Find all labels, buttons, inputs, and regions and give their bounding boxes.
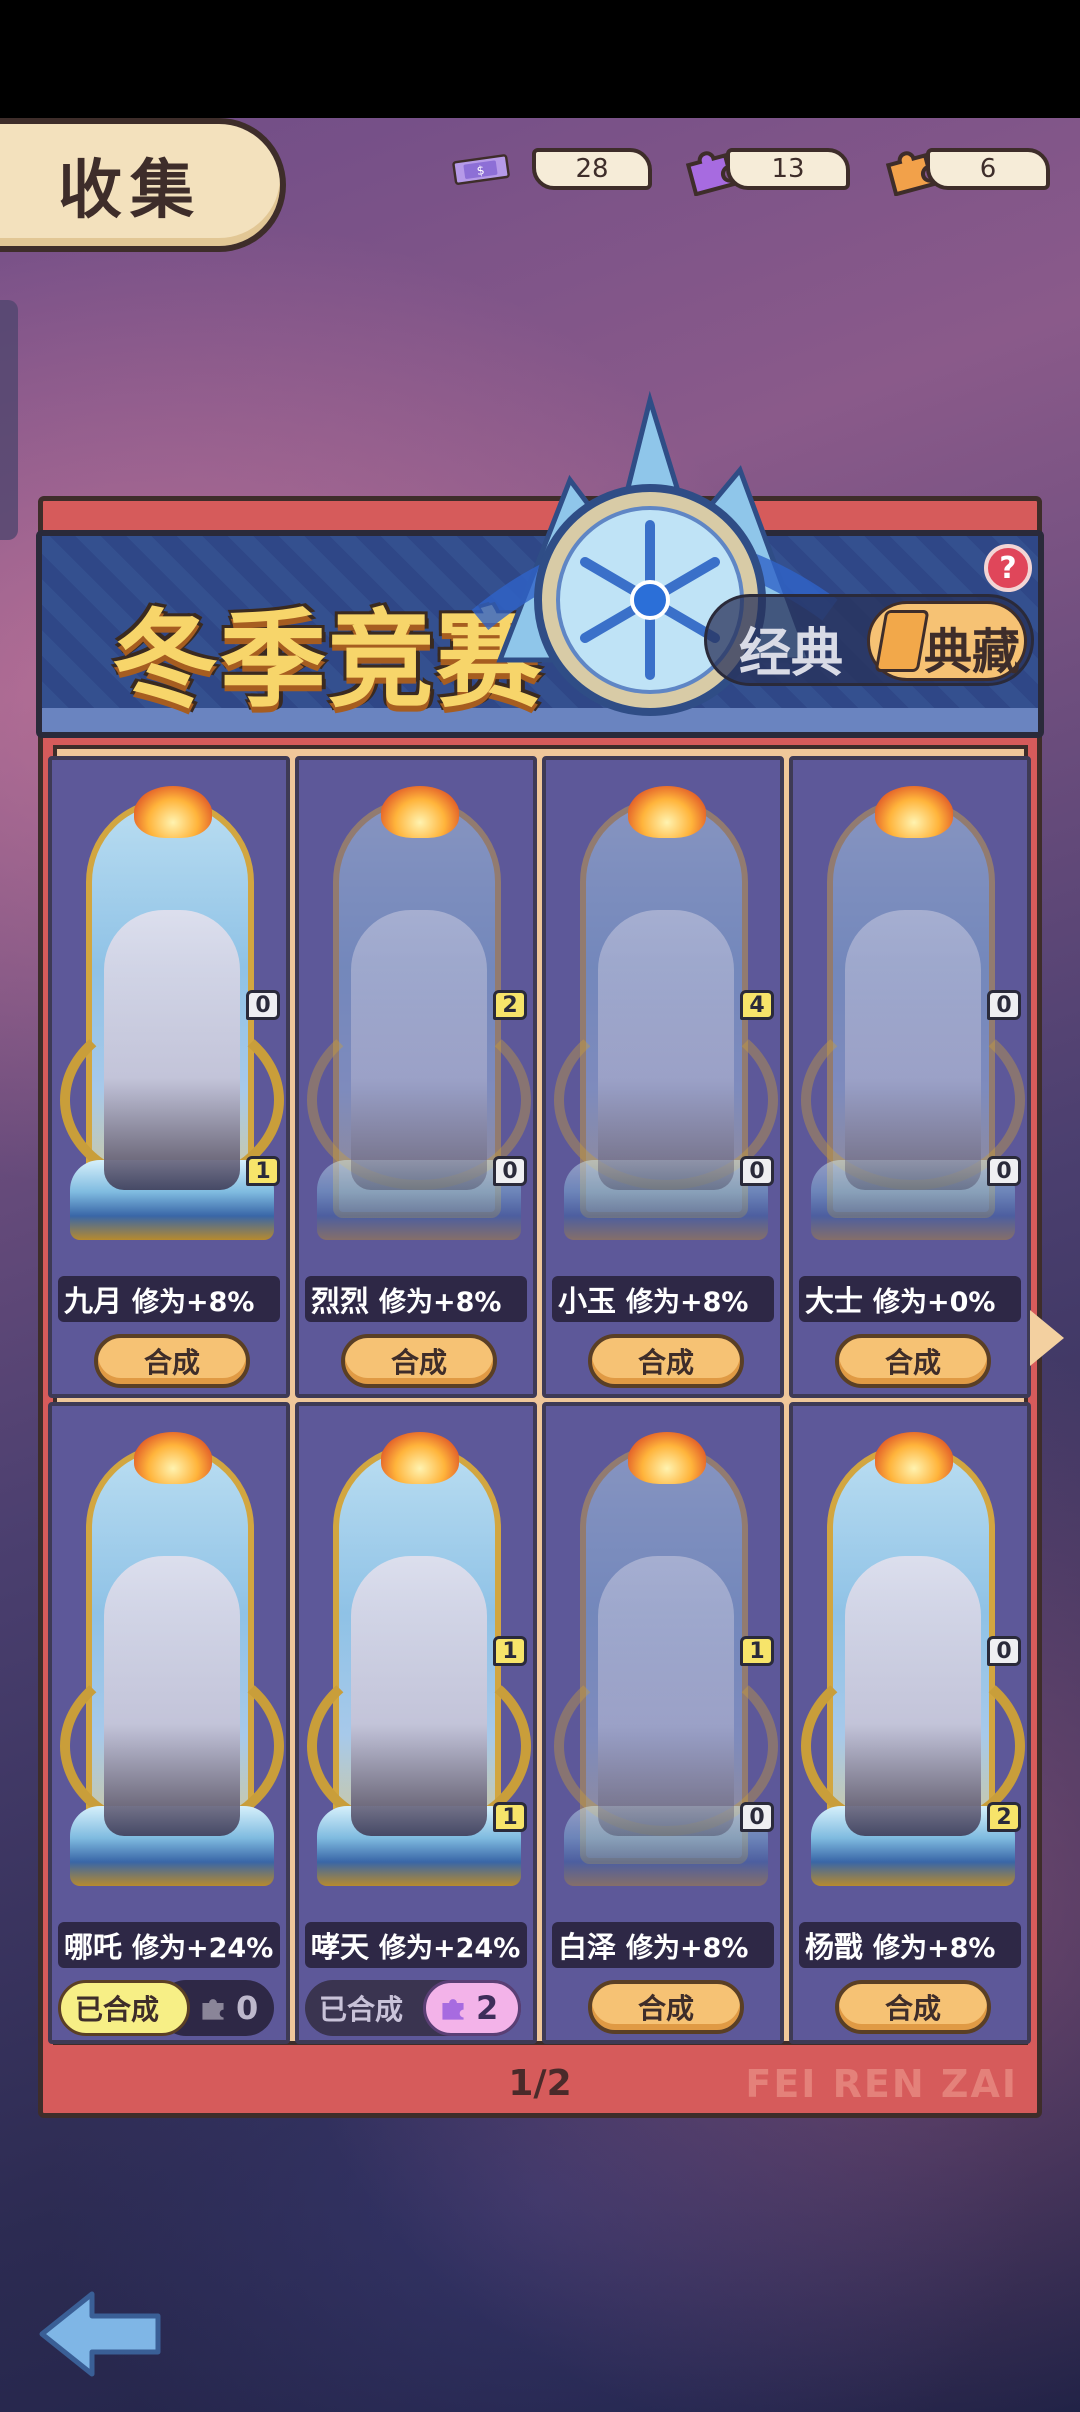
fragment-count-badge: 4 bbox=[740, 990, 774, 1020]
currency-orange-fragments[interactable]: 6 bbox=[880, 148, 1060, 196]
character-namebar: 哪吒 修为+24% bbox=[58, 1922, 280, 1968]
fragment-count-badge: 1 bbox=[493, 1636, 527, 1666]
next-page-arrow-icon[interactable] bbox=[1030, 1310, 1064, 1366]
toggle-classic[interactable]: 经典 bbox=[739, 611, 843, 686]
character-figure bbox=[104, 1556, 240, 1836]
side-drawer-handle[interactable] bbox=[0, 300, 18, 540]
synthesized-status: 已合成 2 bbox=[305, 1980, 531, 2036]
board-footer: 1/2 FEI REN ZAI bbox=[38, 2052, 1042, 2114]
character-bonus: 修为+24% bbox=[379, 1932, 521, 1964]
torch-flame-icon bbox=[134, 1432, 212, 1484]
currency-purple-value: 13 bbox=[726, 148, 850, 190]
synthesized-status: 已合成 0 bbox=[58, 1980, 284, 2036]
back-button[interactable] bbox=[36, 2286, 166, 2382]
torch-flame-icon bbox=[875, 786, 953, 838]
currency-tickets-value: 28 bbox=[532, 148, 652, 190]
status-bar bbox=[0, 0, 1080, 118]
character-figure bbox=[351, 1556, 487, 1836]
character-figure bbox=[598, 910, 734, 1190]
character-bonus: 修为+24% bbox=[132, 1932, 274, 1964]
currency-tickets[interactable]: $ 28 bbox=[452, 148, 662, 192]
synthesize-button[interactable]: 合成 bbox=[341, 1334, 497, 1388]
toggle-collection[interactable]: 典藏 bbox=[867, 601, 1027, 681]
collection-card-icon bbox=[874, 610, 930, 672]
owned-count-badge: 1 bbox=[493, 1802, 527, 1832]
synthesize-button[interactable]: 合成 bbox=[588, 1980, 744, 2034]
ticket-icon: $ bbox=[452, 140, 510, 198]
fragment-count-badge: 2 bbox=[493, 990, 527, 1020]
owned-count-badge: 2 bbox=[987, 1802, 1021, 1832]
character-card[interactable]: 哪吒 修为+24% 已合成 0 bbox=[48, 1402, 290, 2044]
character-figure bbox=[104, 910, 240, 1190]
character-bonus: 修为+8% bbox=[626, 1932, 749, 1964]
torch-flame-icon bbox=[628, 1432, 706, 1484]
watermark: FEI REN ZAI bbox=[745, 2062, 1018, 2106]
character-name: 烈烈 bbox=[311, 1284, 370, 1318]
character-bonus: 修为+0% bbox=[873, 1286, 996, 1318]
character-name: 杨戬 bbox=[805, 1930, 864, 1964]
back-arrow-icon bbox=[39, 2291, 161, 2377]
character-card[interactable]: 1 1 哮天 修为+24% 已合成 2 bbox=[295, 1402, 537, 2044]
torch-flame-icon bbox=[381, 1432, 459, 1484]
page-indicator: 1/2 bbox=[508, 2062, 572, 2104]
character-card[interactable]: 0 2 杨戬 修为+8% 合成 bbox=[789, 1402, 1031, 2044]
character-namebar: 白泽 修为+8% bbox=[552, 1922, 774, 1968]
help-button[interactable]: ? bbox=[984, 544, 1032, 592]
character-namebar: 杨戬 修为+8% bbox=[799, 1922, 1021, 1968]
fragment-counter[interactable]: 2 bbox=[423, 1980, 521, 2036]
character-namebar: 哮天 修为+24% bbox=[305, 1922, 527, 1968]
character-figure bbox=[351, 910, 487, 1190]
page-title-tab: 收集 bbox=[0, 118, 286, 252]
character-name: 白泽 bbox=[558, 1930, 617, 1964]
fragment-count-badge: 0 bbox=[246, 990, 280, 1020]
torch-flame-icon bbox=[875, 1432, 953, 1484]
grey-puzzle-icon bbox=[202, 1999, 224, 2020]
torch-flame-icon bbox=[381, 786, 459, 838]
character-namebar: 九月 修为+8% bbox=[58, 1276, 280, 1322]
owned-count-badge: 0 bbox=[493, 1156, 527, 1186]
character-figure bbox=[845, 910, 981, 1190]
purple-puzzle-icon bbox=[442, 1999, 464, 2020]
synthesized-label: 已合成 bbox=[58, 1980, 190, 2036]
torch-flame-icon bbox=[628, 786, 706, 838]
currency-purple-fragments[interactable]: 13 bbox=[680, 148, 860, 196]
character-bonus: 修为+8% bbox=[379, 1286, 502, 1318]
character-bonus: 修为+8% bbox=[132, 1286, 255, 1318]
torch-flame-icon bbox=[134, 786, 212, 838]
character-namebar: 大士 修为+0% bbox=[799, 1276, 1021, 1322]
owned-count-badge: 0 bbox=[740, 1802, 774, 1832]
character-card[interactable]: 0 0 大士 修为+0% 合成 bbox=[789, 756, 1031, 1398]
character-bonus: 修为+8% bbox=[626, 1286, 749, 1318]
mode-toggle[interactable]: 经典 典藏 bbox=[704, 594, 1034, 686]
character-name: 小玉 bbox=[558, 1284, 617, 1318]
synthesize-button[interactable]: 合成 bbox=[94, 1334, 250, 1388]
character-card[interactable]: 2 0 烈烈 修为+8% 合成 bbox=[295, 756, 537, 1398]
toggle-collection-label: 典藏 bbox=[924, 624, 1021, 680]
character-card[interactable]: 4 0 小玉 修为+8% 合成 bbox=[542, 756, 784, 1398]
synthesize-button[interactable]: 合成 bbox=[588, 1334, 744, 1388]
fragment-count: 2 bbox=[476, 1989, 499, 2027]
character-name: 九月 bbox=[64, 1284, 123, 1318]
character-name: 哪吒 bbox=[64, 1930, 123, 1964]
character-card[interactable]: 1 0 白泽 修为+8% 合成 bbox=[542, 1402, 784, 2044]
synthesize-button[interactable]: 合成 bbox=[835, 1980, 991, 2034]
owned-count-badge: 0 bbox=[987, 1156, 1021, 1186]
character-card[interactable]: 0 1 九月 修为+8% 合成 bbox=[48, 756, 290, 1398]
synthesize-button[interactable]: 合成 bbox=[835, 1334, 991, 1388]
character-figure bbox=[598, 1556, 734, 1836]
character-figure bbox=[845, 1556, 981, 1836]
fragment-count-badge: 1 bbox=[740, 1636, 774, 1666]
character-name: 大士 bbox=[805, 1284, 864, 1318]
owned-count-badge: 0 bbox=[740, 1156, 774, 1186]
fragment-count: 0 bbox=[236, 1989, 259, 2027]
fragment-count-badge: 0 bbox=[987, 990, 1021, 1020]
page-title: 收集 bbox=[58, 154, 202, 228]
currency-orange-value: 6 bbox=[926, 148, 1050, 190]
character-namebar: 烈烈 修为+8% bbox=[305, 1276, 527, 1322]
fragment-count-badge: 0 bbox=[987, 1636, 1021, 1666]
owned-count-badge: 1 bbox=[246, 1156, 280, 1186]
character-bonus: 修为+8% bbox=[873, 1932, 996, 1964]
character-name: 哮天 bbox=[311, 1930, 370, 1964]
character-namebar: 小玉 修为+8% bbox=[552, 1276, 774, 1322]
